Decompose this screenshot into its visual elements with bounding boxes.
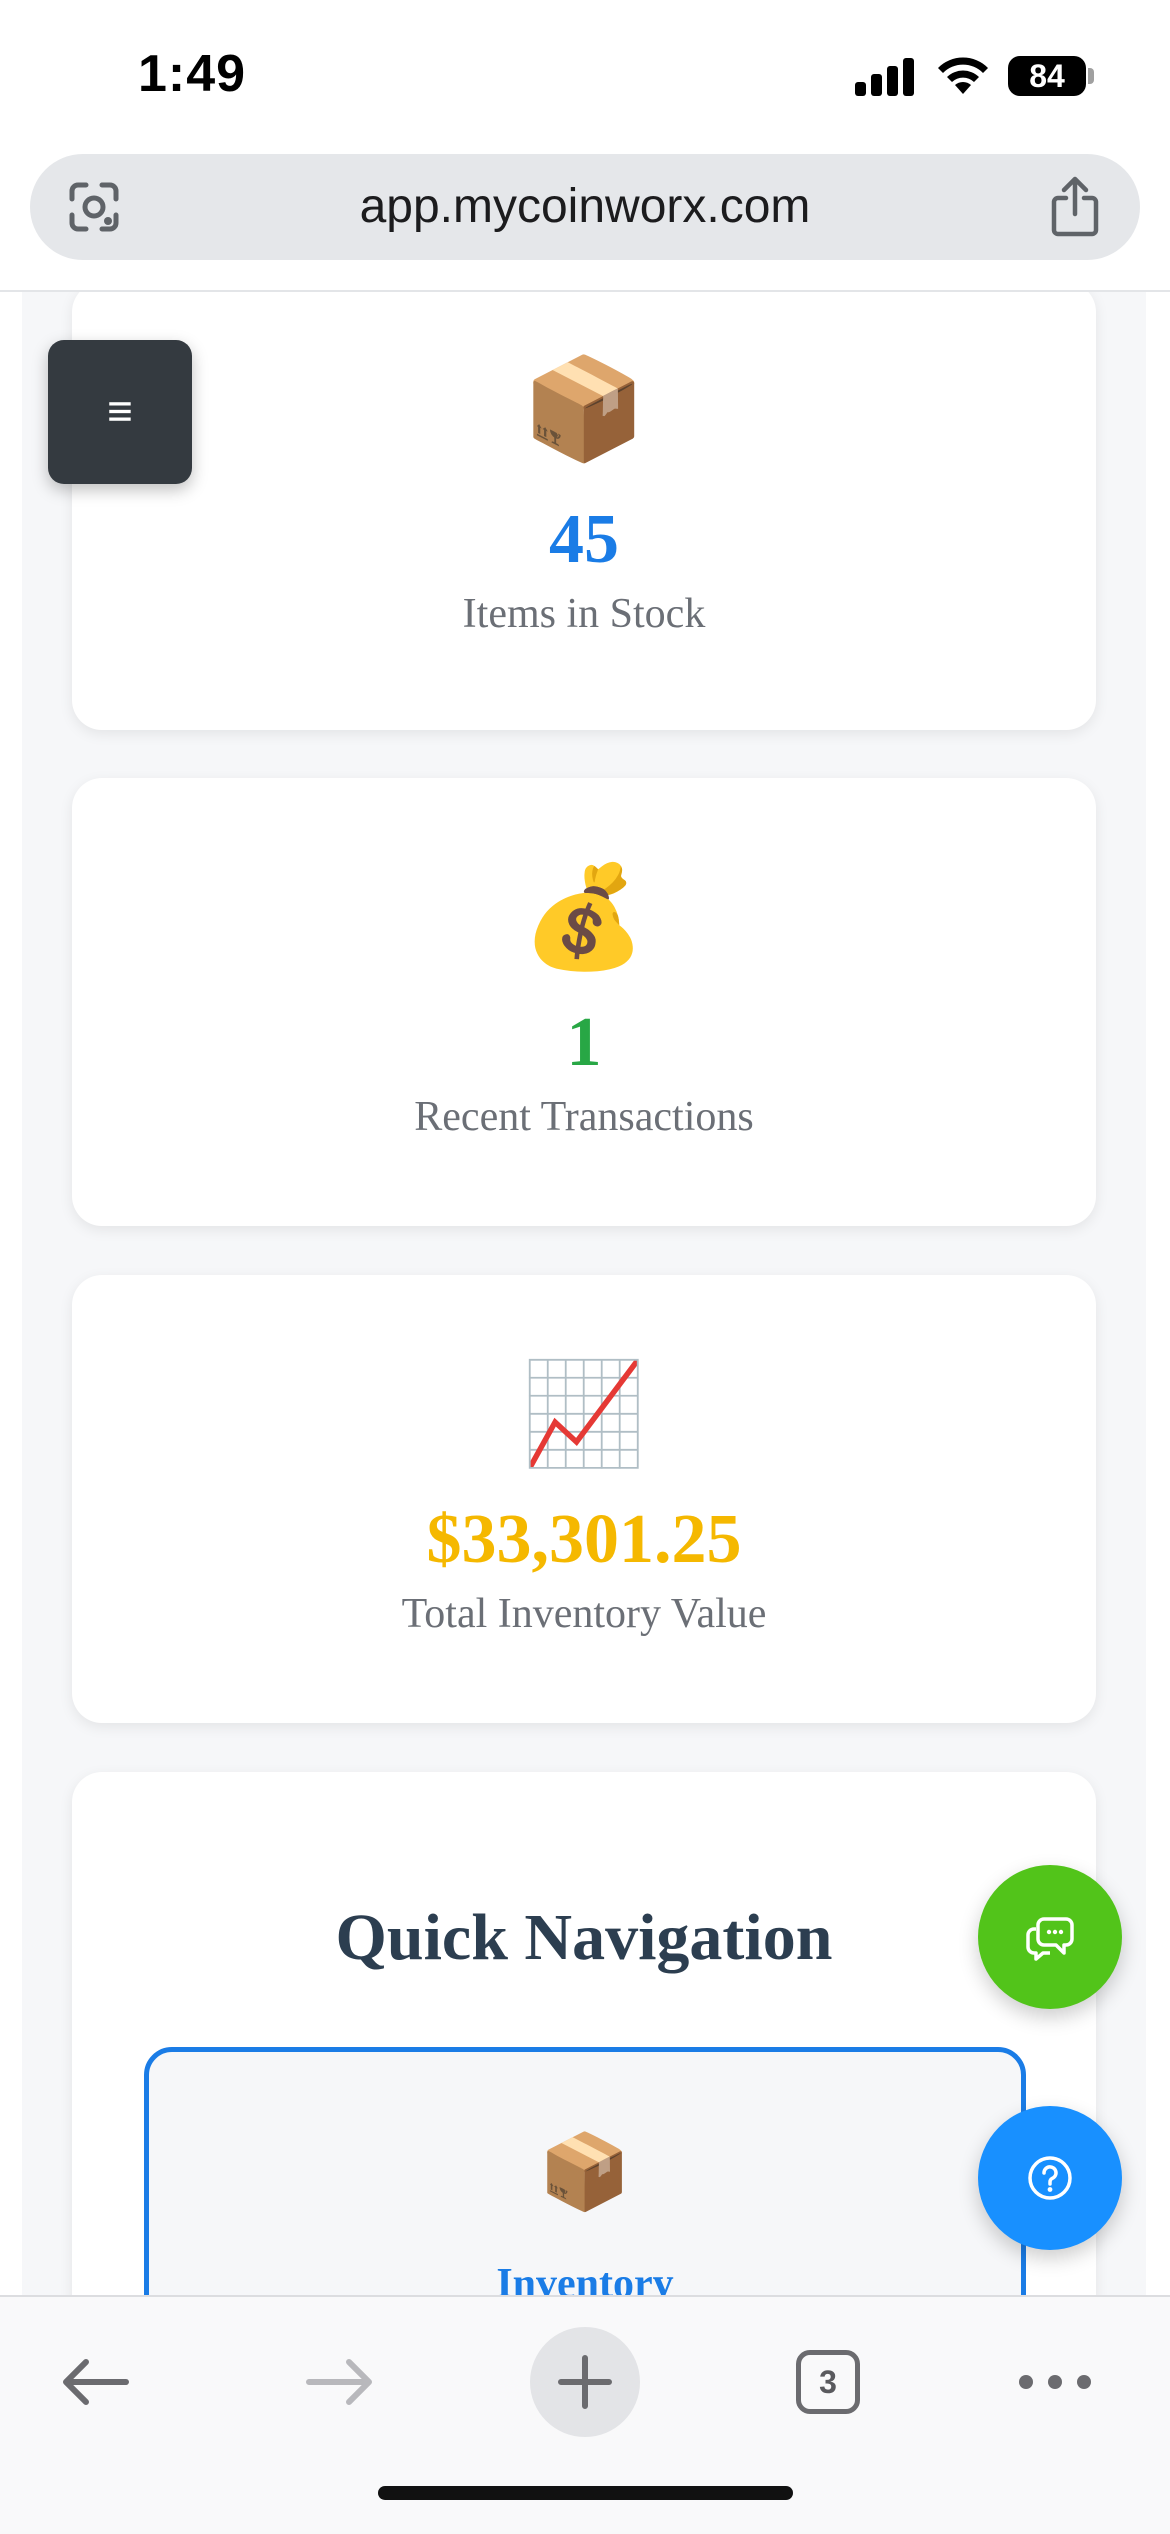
- forward-button[interactable]: [285, 2327, 395, 2437]
- money-bag-icon: 💰: [521, 861, 647, 973]
- question-mark-icon: [1028, 2156, 1072, 2200]
- page-content: 📦 45 Items in Stock 💰 1 Recent Transacti…: [0, 290, 1170, 2297]
- chart-increasing-icon: 📈: [521, 1358, 647, 1470]
- share-icon[interactable]: [1048, 176, 1102, 238]
- status-time: 1:49: [138, 45, 247, 103]
- forward-arrow-icon: [306, 2359, 372, 2405]
- tab-count-badge: 3: [796, 2350, 860, 2414]
- home-indicator: [378, 2486, 793, 2500]
- package-icon: 📦: [521, 353, 647, 465]
- chat-bubbles-icon: [1026, 1917, 1074, 1961]
- nav-inventory-label: Inventory: [496, 2261, 674, 2297]
- help-button[interactable]: [978, 2106, 1122, 2250]
- nav-inventory-button[interactable]: 📦 Inventory: [144, 2047, 1026, 2297]
- battery-icon: 84: [1008, 56, 1086, 96]
- back-button[interactable]: [40, 2327, 150, 2437]
- quick-navigation-card: Quick Navigation 📦 Inventory: [72, 1772, 1096, 2297]
- cellular-signal-icon: [855, 56, 915, 96]
- stat-label: Recent Transactions: [414, 1094, 754, 1140]
- quick-navigation-title: Quick Navigation: [335, 1901, 833, 1974]
- wifi-icon: [938, 57, 988, 94]
- status-bar: 1:49 84: [0, 0, 1170, 150]
- stat-card-items-in-stock: 📦 45 Items in Stock: [72, 292, 1096, 730]
- menu-toggle-button[interactable]: ≡: [48, 340, 192, 484]
- stat-value: $33,301.25: [426, 1501, 742, 1578]
- tabs-button[interactable]: 3: [773, 2327, 883, 2437]
- stat-value: 1: [566, 1004, 602, 1081]
- stat-label: Total Inventory Value: [401, 1591, 767, 1637]
- chat-button[interactable]: [978, 1865, 1122, 2009]
- plus-icon: [558, 2355, 612, 2409]
- more-menu-button[interactable]: [1000, 2327, 1110, 2437]
- stat-value: 45: [549, 501, 619, 578]
- stat-card-total-inventory-value: 📈 $33,301.25 Total Inventory Value: [72, 1275, 1096, 1723]
- new-tab-button[interactable]: [530, 2327, 640, 2437]
- stat-label: Items in Stock: [462, 591, 706, 637]
- url-text[interactable]: app.mycoinworx.com: [30, 154, 1140, 260]
- back-arrow-icon: [63, 2359, 129, 2405]
- battery-tip: [1088, 68, 1094, 84]
- stat-card-recent-transactions: 💰 1 Recent Transactions: [72, 778, 1096, 1226]
- more-dots-icon: [1019, 2375, 1091, 2389]
- url-bar[interactable]: app.mycoinworx.com: [30, 154, 1140, 260]
- package-icon: 📦: [538, 2130, 632, 2213]
